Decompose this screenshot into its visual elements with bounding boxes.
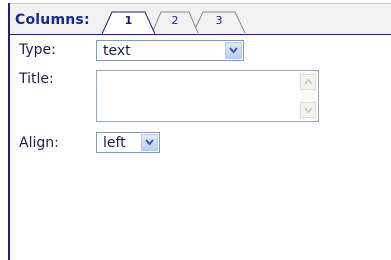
type-label: Type: [19,42,56,58]
panel-title: Columns: [15,12,90,28]
tab-2-label: 2 [171,14,179,27]
tab-1[interactable]: 1 [101,11,156,35]
scroll-down-arrow-icon [304,107,313,113]
scroll-up-button[interactable] [300,74,316,90]
type-select-value: text [103,43,131,59]
chevron-down-icon [229,47,238,54]
scroll-down-button[interactable] [300,102,316,118]
align-label: Align: [19,135,59,151]
title-label: Title: [19,71,54,87]
columns-panel: Columns: 3 2 1 Type: text Title: Align: … [0,0,391,260]
type-dropdown-button[interactable] [225,42,242,59]
align-dropdown-button[interactable] [141,134,158,151]
title-scrollbar[interactable] [299,72,317,120]
title-textarea[interactable] [96,70,319,122]
tab-2[interactable]: 2 [151,11,199,34]
header-divider [10,34,391,35]
chevron-down-icon [145,139,154,146]
align-select[interactable]: left [96,132,160,153]
type-select[interactable]: text [96,40,244,61]
panel-left-rule [8,3,10,260]
scroll-up-arrow-icon [304,79,313,85]
tab-1-label: 1 [124,14,133,27]
tab-3-label: 3 [215,14,223,27]
align-select-value: left [103,135,126,151]
tab-3[interactable]: 3 [192,11,246,34]
